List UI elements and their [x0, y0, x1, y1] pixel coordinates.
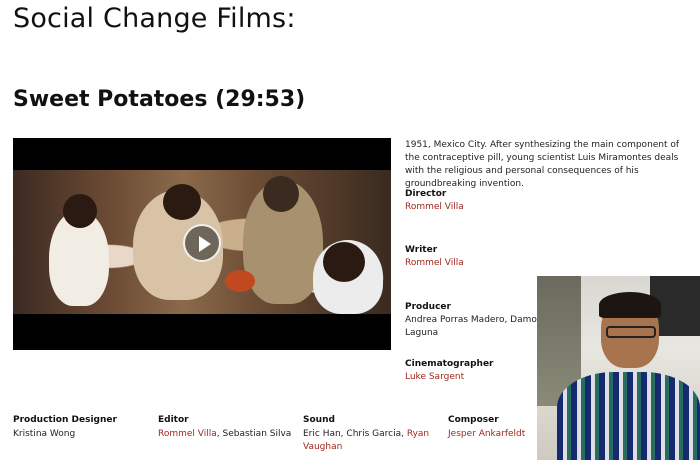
producer-names-line1: Andrea Porras Madero, Damon [405, 315, 543, 325]
sound-names-text: Eric Han, Chris Garcia, [303, 429, 407, 439]
writer-link[interactable]: Rommel Villa [405, 257, 464, 270]
webcam-overlay [537, 276, 700, 460]
writer-label: Writer [405, 245, 438, 255]
production-designer-name: Kristina Wong [13, 429, 76, 439]
producer-label: Producer [405, 302, 451, 312]
cinematographer-label: Cinematographer [405, 359, 494, 369]
composer-link[interactable]: Jesper Ankarfeldt [448, 428, 525, 441]
editor-names-rest: , Sebastian Silva [216, 429, 292, 439]
glasses-icon [606, 326, 656, 338]
director-label: Director [405, 189, 447, 199]
composer-label: Composer [448, 415, 499, 425]
sound-link-ryan[interactable]: Ryan [407, 429, 429, 439]
presenter-shirt [557, 372, 700, 460]
page-heading: Social Change Films: [13, 3, 296, 34]
video-player[interactable] [13, 138, 391, 350]
editor-names: Rommel Villa, Sebastian Silva [158, 428, 291, 441]
play-button[interactable] [183, 224, 221, 262]
director-link[interactable]: Rommel Villa [405, 201, 464, 214]
play-icon [199, 236, 211, 252]
sound-names: Eric Han, Chris Garcia, Ryan [303, 428, 429, 441]
production-designer-label: Production Designer [13, 415, 117, 425]
cinematographer-link[interactable]: Luke Sargent [405, 371, 464, 384]
sound-link-vaughan[interactable]: Vaughan [303, 441, 342, 454]
sound-label: Sound [303, 415, 335, 425]
film-title: Sweet Potatoes (29:53) [13, 87, 306, 112]
editor-label: Editor [158, 415, 189, 425]
editor-link[interactable]: Rommel Villa [158, 429, 217, 439]
producer-names-line2: Laguna [405, 328, 439, 338]
film-synopsis: 1951, Mexico City. After synthesizing th… [405, 140, 680, 189]
